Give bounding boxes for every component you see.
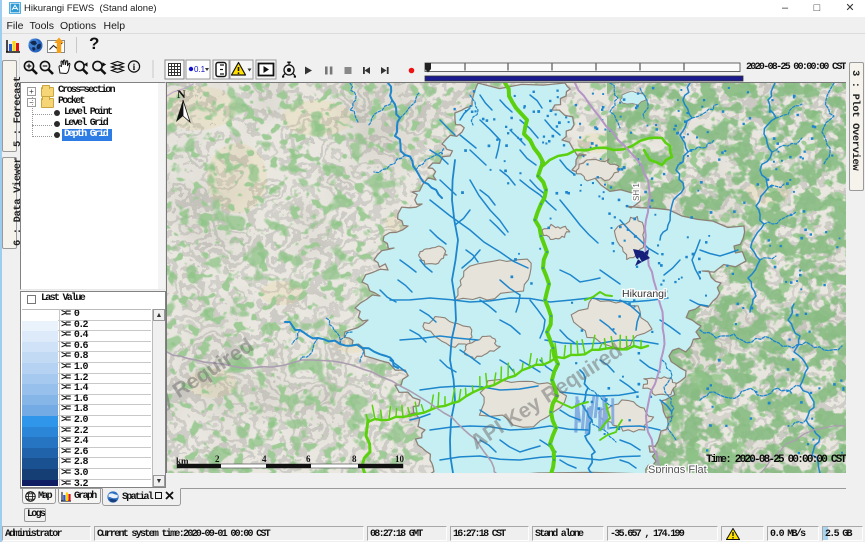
- svg-text:Time: 2020-08-25 00:00:00 CST: Time: 2020-08-25 00:00:00 CST: [706, 454, 846, 466]
- svg-text:Springs Flat: Springs Flat: [648, 464, 707, 473]
- svg-text:i: i: [133, 63, 136, 73]
- svg-text:8: 8: [352, 454, 357, 464]
- svg-text:Hikurangi: Hikurangi: [622, 288, 666, 300]
- svg-text:4: 4: [262, 454, 267, 464]
- svg-text:SH 1: SH 1: [632, 183, 641, 201]
- svg-text:2: 2: [215, 454, 220, 464]
- svg-text:10: 10: [395, 454, 405, 464]
- svg-text:N: N: [177, 87, 186, 101]
- svg-text:6: 6: [306, 454, 311, 464]
- svg-text:0.1: 0.1: [194, 65, 206, 74]
